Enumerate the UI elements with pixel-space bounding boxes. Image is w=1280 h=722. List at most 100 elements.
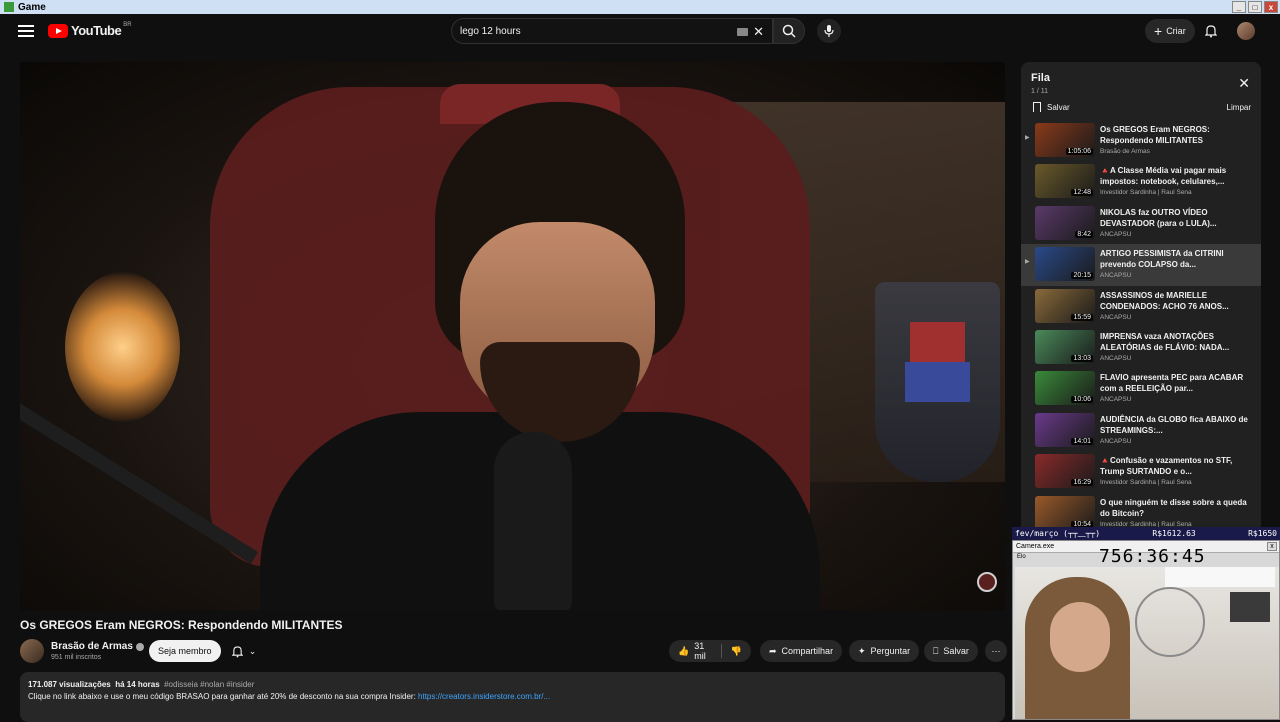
queue-duration: 1:05:06 — [1065, 148, 1093, 155]
queue-item[interactable]: 10:06 FLAVIO apresenta PEC para ACABAR co… — [1021, 368, 1261, 409]
camera-title: Camera.exe — [1016, 543, 1055, 550]
queue-thumbnail[interactable]: 12:48 — [1035, 164, 1095, 199]
queue-thumbnail[interactable]: 10:06 — [1035, 371, 1095, 406]
drag-handle-icon[interactable]: ▶ — [1025, 258, 1030, 265]
queue-thumbnail[interactable]: 1:05:06 — [1035, 123, 1095, 157]
drag-handle-icon[interactable]: ▶ — [1025, 134, 1030, 141]
queue-thumbnail[interactable]: 20:15 — [1035, 247, 1095, 282]
search-input[interactable]: lego 12 hours ✕ — [451, 18, 773, 44]
queue-video-title[interactable]: AUDIÊNCIA da GLOBO fica ABAIXO de STREAM… — [1100, 414, 1252, 436]
save-label: Salvar — [943, 646, 969, 656]
window-controls: _ □ x — [1232, 1, 1278, 13]
queue-video-title[interactable]: ASSASSINOS de MARIELLE CONDENADOS: ACHO … — [1100, 290, 1252, 312]
queue-duration: 10:06 — [1071, 396, 1093, 404]
queue-item[interactable]: 15:59 ASSASSINOS de MARIELLE CONDENADOS: … — [1021, 286, 1261, 327]
subscription-bell-button[interactable]: ⌄ — [225, 640, 263, 662]
description-line: Clique no link abaixo e use o meu código… — [28, 691, 997, 703]
video-player[interactable] — [20, 62, 1005, 610]
notifications-button[interactable] — [1203, 23, 1219, 39]
queue-video-title[interactable]: 🔺A Classe Média vai pagar mais impostos:… — [1100, 165, 1252, 187]
queue-channel-name: ANCAPSU — [1100, 396, 1132, 404]
queue-thumbnail[interactable]: 10:54 — [1035, 495, 1095, 528]
queue-item[interactable]: 14:01 AUDIÊNCIA da GLOBO fica ABAIXO de S… — [1021, 410, 1261, 451]
queue-duration: 13:03 — [1071, 354, 1093, 362]
search-button[interactable] — [773, 18, 805, 44]
queue-thumbnail[interactable]: 16:29 — [1035, 454, 1095, 489]
overlay-right: R$1650 — [1248, 529, 1277, 538]
stream-timer: 756:36:45 — [1099, 546, 1206, 567]
voice-search-button[interactable] — [817, 19, 841, 43]
more-icon: ⋯ — [991, 645, 1001, 656]
queue-video-title[interactable]: IMPRENSA vaza ANOTAÇÕES ALEATÓRIAS de FL… — [1100, 331, 1252, 353]
queue-item-text: 🔺A Classe Média vai pagar mais impostos:… — [1100, 165, 1252, 196]
camera-close-button[interactable]: x — [1267, 542, 1277, 551]
queue-item[interactable]: 13:03 IMPRENSA vaza ANOTAÇÕES ALEATÓRIAS … — [1021, 327, 1261, 368]
close-window-button[interactable]: x — [1264, 1, 1278, 13]
queue-item-text: ARTIGO PESSIMISTA da CITRINI prevendo CO… — [1100, 248, 1252, 279]
queue-video-title[interactable]: O que ninguém te disse sobre a queda do … — [1100, 497, 1252, 519]
youtube-play-icon — [48, 23, 68, 38]
queue-duration: 8:42 — [1075, 230, 1093, 238]
upload-age: há 14 horas — [115, 680, 160, 689]
like-count[interactable]: 31 mil — [694, 641, 712, 661]
thumbs-up-icon[interactable]: 👍 — [678, 646, 689, 657]
more-actions-button[interactable]: ⋯ — [985, 640, 1007, 662]
webcam-tv — [1230, 592, 1270, 622]
queue-thumbnail[interactable]: 13:03 — [1035, 329, 1095, 364]
description-box[interactable]: 171.087 visualizações há 14 horas #odiss… — [20, 672, 1005, 722]
game-app-icon — [4, 2, 14, 12]
queue-item-text: FLAVIO apresenta PEC para ACABAR com a R… — [1100, 372, 1252, 403]
queue-video-title[interactable]: NIKOLAS faz OUTRO VÍDEO DEVASTADOR (para… — [1100, 207, 1252, 229]
brand-name: YouTube — [71, 23, 122, 38]
close-queue-icon[interactable]: ✕ — [1238, 75, 1250, 92]
queue-item[interactable]: ▶ 1:05:06 Os GREGOS Eram NEGROS: Responden… — [1021, 120, 1261, 161]
queue-save-button[interactable]: Salvar — [1033, 102, 1070, 112]
queue-item[interactable]: 8:42 NIKOLAS faz OUTRO VÍDEO DEVASTADOR (… — [1021, 203, 1261, 244]
queue-item-text: IMPRENSA vaza ANOTAÇÕES ALEATÓRIAS de FL… — [1100, 331, 1252, 362]
keyboard-icon[interactable] — [737, 28, 748, 36]
join-button[interactable]: Seja membro — [149, 640, 221, 662]
queue-thumbnail[interactable]: 14:01 — [1035, 412, 1095, 447]
description-meta: 171.087 visualizações há 14 horas #odiss… — [28, 679, 997, 691]
queue-duration: 15:59 — [1071, 313, 1093, 321]
ask-button[interactable]: ✦ Perguntar — [849, 640, 920, 662]
hashtags[interactable]: #odisseia #nolan #insider — [164, 680, 254, 689]
queue-video-title[interactable]: Os GREGOS Eram NEGROS: Respondendo MILIT… — [1100, 124, 1252, 146]
account-avatar[interactable] — [1237, 22, 1255, 40]
queue-item[interactable]: 12:48 🔺A Classe Média vai pagar mais impo… — [1021, 161, 1261, 202]
queue-thumbnail[interactable]: 8:42 — [1035, 205, 1095, 240]
menu-icon[interactable] — [18, 25, 34, 37]
queue-item-text: AUDIÊNCIA da GLOBO fica ABAIXO de STREAM… — [1100, 414, 1252, 445]
view-count: 171.087 visualizações — [28, 680, 111, 689]
channel-name[interactable]: Brasão de Armas — [51, 641, 133, 652]
channel-name-row[interactable]: Brasão de Armas — [51, 641, 144, 652]
queue-video-title[interactable]: FLAVIO apresenta PEC para ACABAR com a R… — [1100, 372, 1252, 394]
youtube-logo[interactable]: YouTube BR — [48, 21, 132, 38]
queue-item[interactable]: 16:29 🔺Confusão e vazamentos no STF, Trum… — [1021, 451, 1261, 492]
queue-video-title[interactable]: ARTIGO PESSIMISTA da CITRINI prevendo CO… — [1100, 248, 1252, 270]
queue-item[interactable]: 10:54 O que ninguém te disse sobre a qued… — [1021, 493, 1261, 528]
save-button[interactable]: ⎕ Salvar — [924, 640, 978, 662]
minimize-button[interactable]: _ — [1232, 1, 1246, 13]
queue-clear-button[interactable]: Limpar — [1227, 103, 1251, 112]
search-icon — [782, 24, 796, 38]
background-lamp — [65, 272, 180, 422]
queue-duration: 16:29 — [1071, 479, 1093, 487]
channel-avatar[interactable] — [20, 639, 44, 663]
region-code: BR — [123, 21, 132, 28]
queue-duration: 14:01 — [1071, 437, 1093, 445]
overlay-left: fev/março (┬┬﹏┬┬) — [1015, 529, 1101, 538]
queue-item[interactable]: ▶ 20:15 ARTIGO PESSIMISTA da CITRINI preve… — [1021, 244, 1261, 286]
channel-watermark-icon[interactable] — [977, 572, 997, 592]
clear-search-icon[interactable]: ✕ — [753, 24, 764, 40]
subscriber-count: 951 mil inscritos — [51, 654, 102, 661]
share-button[interactable]: ➦ Compartilhar — [760, 640, 843, 662]
description-link[interactable]: https://creators.insiderstore.com.br/... — [418, 692, 550, 701]
queue-thumbnail[interactable]: 15:59 — [1035, 288, 1095, 323]
create-button[interactable]: + Criar — [1145, 19, 1195, 43]
maximize-button[interactable]: □ — [1248, 1, 1262, 13]
queue-channel-name: Brasão de Armas — [1100, 148, 1150, 155]
queue-video-title[interactable]: 🔺Confusão e vazamentos no STF, Trump SUR… — [1100, 455, 1252, 477]
camera-menu[interactable]: Elo — [1017, 554, 1026, 560]
thumbs-down-icon[interactable]: 👎 — [731, 646, 742, 657]
